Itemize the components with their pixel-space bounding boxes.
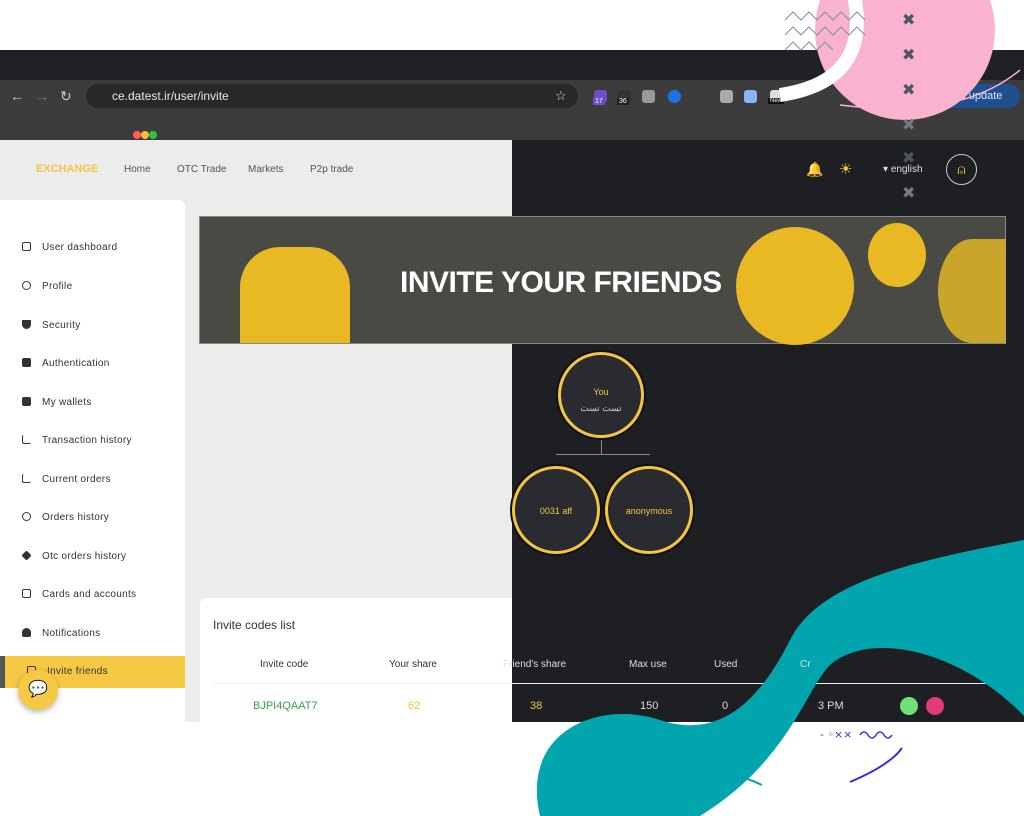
svg-text:✖: ✖ [902, 183, 915, 202]
copy-button[interactable] [900, 697, 918, 715]
created: 3 PM [818, 700, 844, 712]
wave-squiggle [859, 731, 893, 739]
decorative-overlay: ✖ ✖ ✖ ✖ ✖ ✖ - ◦×× [536, 0, 1024, 816]
svg-text:✖: ✖ [902, 45, 915, 64]
blue-line [849, 747, 903, 783]
chat-button[interactable]: 💬 [18, 670, 58, 710]
svg-text:✖: ✖ [902, 148, 915, 167]
teal-wave [536, 540, 1024, 816]
svg-text:✖: ✖ [902, 115, 915, 134]
col-header: Cr [800, 659, 811, 670]
svg-text:✖: ✖ [902, 80, 915, 99]
cross-squiggle: - ◦×× [820, 728, 852, 741]
delete-button[interactable] [926, 697, 944, 715]
svg-text:✖: ✖ [902, 10, 915, 29]
